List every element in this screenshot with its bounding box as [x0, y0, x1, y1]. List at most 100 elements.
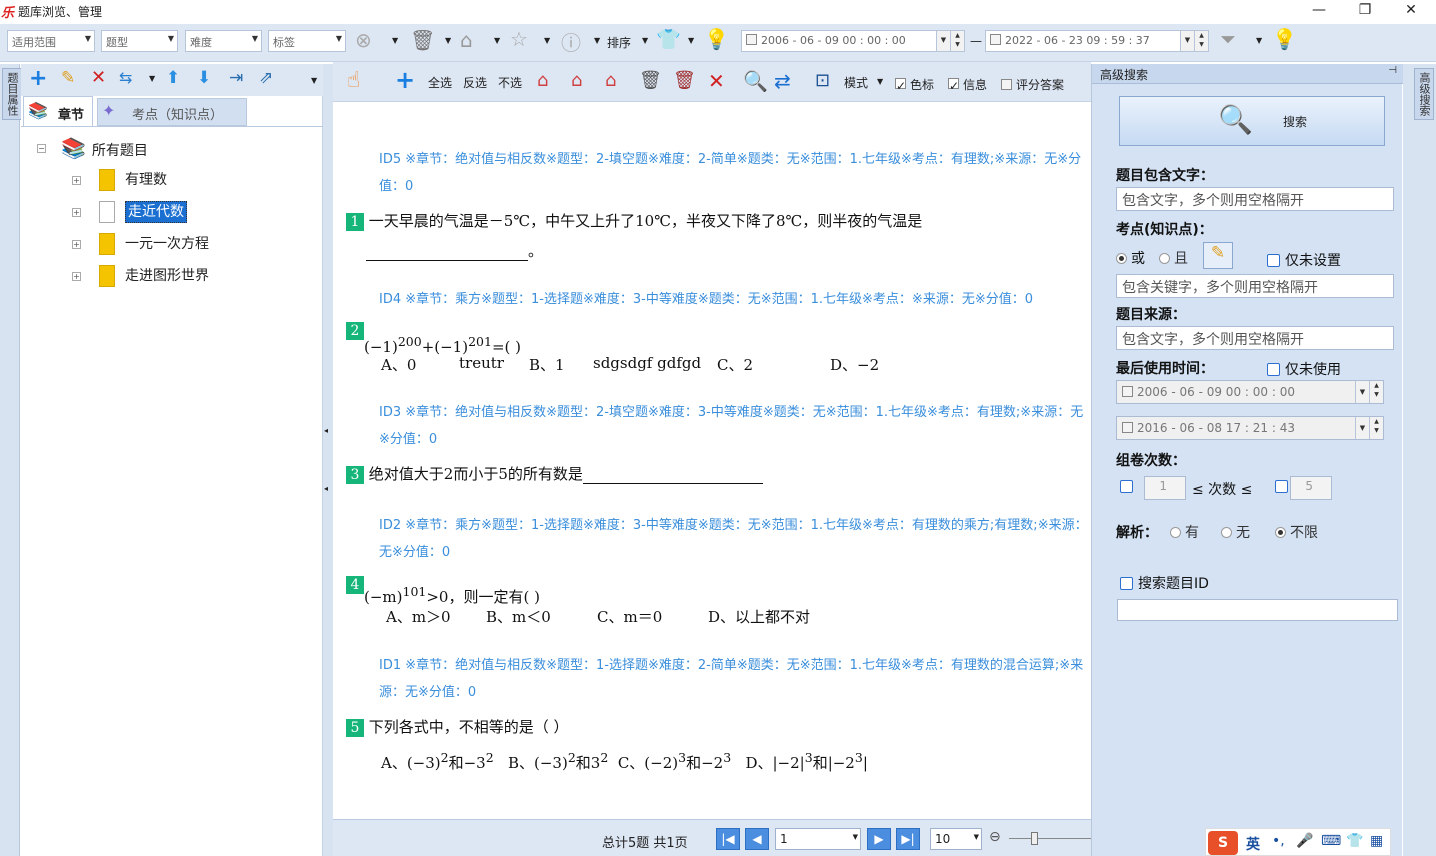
question-item[interactable]: 1 一天早晨的气温是－5℃，中午又上升了10℃，半夜又下降了8℃，则半夜的气温是 [346, 210, 922, 231]
date-start-field[interactable]: 2006 - 06 - 09 00 : 00 : 00 ▼ ▲ ▼ [741, 30, 965, 52]
info-toggle[interactable]: ✓ 信息 [948, 76, 987, 93]
tree-item-rational[interactable]: 有理数 [99, 168, 167, 192]
only-unset-toggle[interactable]: 仅未设置 [1267, 250, 1341, 270]
expand-node-3[interactable]: + [72, 240, 81, 249]
basket-remove-icon[interactable]: ⌂ [571, 70, 582, 91]
basket-clear-icon[interactable]: ⌂ [605, 70, 616, 91]
search-id-input[interactable] [1117, 599, 1398, 621]
sort-dropdown-icon[interactable]: ▼ [642, 36, 648, 45]
expand-node-2[interactable]: + [72, 208, 81, 217]
last-used-start-checkbox[interactable] [1122, 386, 1133, 397]
first-page-button[interactable]: |◀ [716, 828, 740, 850]
scan-icon[interactable]: ⊡ [815, 70, 830, 91]
expand-root[interactable]: − [37, 144, 46, 153]
zoom-out-icon[interactable]: ⊖ [989, 829, 1001, 845]
date-end-field[interactable]: 2022 - 06 - 23 09 : 59 : 37 ▼ ▲ ▼ [985, 30, 1209, 52]
tree-item-linear-eq[interactable]: 一元一次方程 [99, 232, 209, 256]
source-input[interactable]: 包含文字，多个则用空格隔开 [1116, 326, 1394, 350]
invert-select-button[interactable]: 反选 [463, 74, 487, 91]
or-radio[interactable]: 或 [1116, 248, 1145, 268]
point-input[interactable]: 包含关键字，多个则用空格隔开 [1116, 274, 1394, 298]
pointer-icon[interactable]: ☝ [347, 68, 360, 93]
warning-icon[interactable]: ⓘ [561, 27, 581, 56]
scope-combo[interactable]: 适用范围 ▼ [7, 30, 95, 52]
only-unused-checkbox[interactable] [1267, 363, 1280, 376]
info-checkbox[interactable]: ✓ [948, 78, 959, 93]
basket-dropdown-icon[interactable]: ▼ [494, 36, 500, 45]
stamp-dropdown-icon[interactable]: ▼ [392, 36, 398, 45]
date-start-spin[interactable]: ▲ ▼ [950, 31, 964, 51]
ime-lang[interactable]: 英 [1246, 834, 1260, 854]
page-size-dropdown-icon[interactable]: ▼ [974, 833, 979, 841]
question-item[interactable]: 3 绝对值大于2而小于5的所有数是 [346, 463, 763, 484]
select-none-button[interactable]: 不选 [498, 74, 522, 91]
count-min-toggle[interactable] [1120, 480, 1138, 494]
count-max-input[interactable]: 5 [1290, 476, 1332, 500]
export-icon[interactable]: ⇗ [259, 68, 273, 88]
collapse-left-icon[interactable]: ◂ [324, 426, 328, 435]
expand-node-4[interactable]: + [72, 272, 81, 281]
ime-logo-icon[interactable]: S [1208, 831, 1238, 855]
keyboard-icon[interactable]: ⌨ [1321, 833, 1341, 849]
tag-combo[interactable]: 标签 ▼ [268, 30, 346, 52]
date-start-checkbox[interactable] [746, 34, 757, 45]
count-min-input[interactable]: 1 [1144, 476, 1186, 500]
collapse-right-icon[interactable]: ◂ [324, 484, 328, 493]
import-icon[interactable]: ⇥ [229, 68, 243, 88]
warning-dropdown-icon[interactable]: ▼ [594, 36, 600, 45]
end-date-dropdown[interactable]: ▼ [1355, 417, 1369, 439]
filter-dropdown-icon[interactable]: ▼ [1256, 36, 1262, 45]
delete-question-icon[interactable]: 🗑 [673, 70, 696, 91]
stamp-icon[interactable]: ⊗ [355, 28, 372, 52]
ime-punct[interactable]: •, [1272, 833, 1285, 849]
tip-bulb-icon[interactable]: 💡 [1272, 27, 1297, 51]
page-size-select[interactable]: 10 ▼ [930, 828, 982, 850]
and-radio-dot[interactable] [1159, 253, 1170, 264]
tree-item-algebra[interactable]: 走近代数 [99, 200, 187, 224]
basket-add-icon[interactable]: ⌂ [537, 70, 548, 91]
date-end-spin[interactable]: ▲ ▼ [1194, 31, 1208, 51]
start-date-spin[interactable]: ▲ ▼ [1369, 381, 1383, 403]
date-end-checkbox[interactable] [990, 34, 1001, 45]
qtype-combo[interactable]: 题型 ▼ [101, 30, 178, 52]
basket-icon[interactable]: ⌂ [460, 28, 473, 52]
count-min-checkbox[interactable] [1120, 480, 1133, 493]
star-icon[interactable]: ☆ [510, 27, 528, 51]
up-icon[interactable]: ⬆ [166, 68, 180, 88]
panel-splitter[interactable]: ◂ ◂ [323, 64, 333, 856]
tree-root[interactable]: 📚 所有题目 [61, 136, 148, 160]
prev-page-button[interactable]: ◀ [745, 828, 769, 850]
analysis-has-dot[interactable] [1170, 527, 1181, 538]
question-properties-tab[interactable]: 题目属性 [2, 68, 22, 120]
expand-node-1[interactable]: + [72, 176, 81, 185]
pencil-icon[interactable]: ✎ [1203, 242, 1233, 269]
shirt-icon[interactable]: 👕 [656, 27, 681, 51]
zoom-slider-track[interactable] [1009, 838, 1091, 839]
find-icon[interactable]: 🔍 [743, 69, 768, 93]
trash-icon[interactable]: 🗑 [410, 28, 435, 52]
move-icon[interactable]: ⇆ [119, 68, 132, 87]
panel-menu-icon[interactable]: ▼ [311, 76, 317, 85]
analysis-none-dot[interactable] [1221, 527, 1232, 538]
sort-button[interactable]: 排序 [607, 34, 631, 51]
analysis-unlimited-dot[interactable] [1275, 527, 1286, 538]
contains-input[interactable]: 包含文字，多个则用空格隔开 [1116, 187, 1394, 211]
advanced-search-tab[interactable]: 高级搜索 [1414, 68, 1434, 120]
analysis-has-radio[interactable]: 有 [1170, 522, 1199, 542]
down-icon[interactable]: ⬇ [197, 68, 211, 88]
skin-icon[interactable]: 👕 [1346, 833, 1363, 849]
tab-knowledge-point[interactable]: ✦ 考点（知识点） [97, 98, 247, 126]
or-radio-dot[interactable] [1116, 253, 1127, 264]
score-answer-toggle[interactable]: 评分答案 [1001, 76, 1064, 93]
search-id-checkbox[interactable] [1120, 577, 1133, 590]
analysis-none-radio[interactable]: 无 [1221, 522, 1250, 542]
mode-dropdown-icon[interactable]: ▼ [877, 77, 883, 86]
search-button[interactable]: 🔍 搜索 [1119, 96, 1385, 146]
end-date-spin[interactable]: ▲ ▼ [1369, 417, 1383, 439]
count-max-checkbox[interactable] [1275, 480, 1288, 493]
bulb-icon[interactable]: 💡 [704, 27, 729, 51]
swap-icon[interactable]: ⇄ [774, 69, 791, 93]
tab-chapter[interactable]: 📚 章节 [23, 96, 93, 126]
mode-button[interactable]: 模式 [844, 74, 868, 91]
page-select[interactable]: 1 ▼ [775, 828, 861, 850]
